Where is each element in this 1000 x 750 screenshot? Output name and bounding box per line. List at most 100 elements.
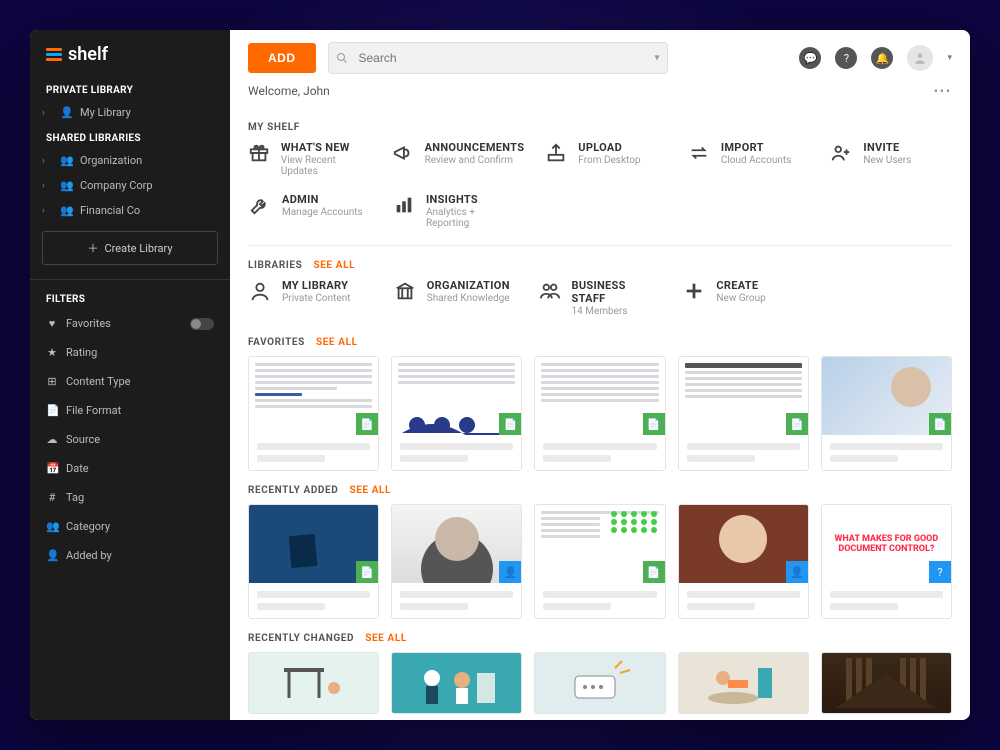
content-card[interactable]: [821, 652, 952, 714]
filter-date[interactable]: 📅Date: [30, 454, 230, 483]
tile-title: INVITE: [863, 141, 911, 154]
thumbnail: 👤: [679, 505, 808, 583]
calendar-icon: 📅: [46, 462, 58, 475]
see-all-link[interactable]: SEE ALL: [316, 337, 358, 348]
help-badge-icon: ?: [929, 561, 951, 583]
tile-title: CREATE: [716, 279, 765, 292]
filter-favorites[interactable]: ♥Favorites: [30, 309, 230, 338]
chevron-down-icon[interactable]: ▾: [654, 53, 659, 64]
tile-title: ANNOUNCEMENTS: [425, 141, 525, 154]
tile-sub: New Users: [863, 155, 911, 166]
divider: [30, 279, 230, 280]
tile-insights[interactable]: INSIGHTSAnalytics + Reporting: [393, 193, 518, 229]
sidebar-section-filters: FILTERS: [30, 286, 230, 309]
welcome-text: Welcome, John: [248, 84, 330, 98]
see-all-link[interactable]: SEE ALL: [349, 485, 391, 496]
megaphone-icon: [391, 141, 415, 165]
tile-invite[interactable]: INVITENew Users: [829, 141, 952, 177]
filter-label: Rating: [66, 346, 97, 359]
chevron-right-icon: ›: [42, 156, 52, 166]
sidebar-item-financial-co[interactable]: › 👥 Financial Co: [30, 198, 230, 223]
filter-added-by[interactable]: 👤Added by: [30, 541, 230, 570]
sidebar-item-organization[interactable]: › 👥 Organization: [30, 148, 230, 173]
tile-import[interactable]: IMPORTCloud Accounts: [687, 141, 810, 177]
section-my-shelf-title: MY SHELF: [248, 122, 952, 133]
chevron-right-icon: ›: [42, 181, 52, 191]
content-card[interactable]: 📄: [534, 356, 665, 471]
search-icon: [336, 52, 348, 64]
filter-category[interactable]: 👥Category: [30, 512, 230, 541]
thumbnail: [392, 653, 521, 713]
thumbnail: 👤: [392, 505, 521, 583]
create-library-button[interactable]: ＋ Create Library: [42, 231, 218, 265]
bell-icon[interactable]: 🔔: [871, 47, 893, 69]
tile-announcements[interactable]: ANNOUNCEMENTSReview and Confirm: [391, 141, 525, 177]
upload-icon: [544, 141, 568, 165]
help-icon[interactable]: ?: [835, 47, 857, 69]
see-all-link[interactable]: SEE ALL: [313, 260, 355, 271]
toggle-switch[interactable]: [190, 318, 214, 330]
more-menu-icon[interactable]: •••: [934, 84, 952, 98]
plus-icon: ＋: [87, 240, 98, 256]
avatar[interactable]: [907, 45, 933, 71]
filter-source[interactable]: ☁Source: [30, 425, 230, 454]
content-card[interactable]: [678, 652, 809, 714]
filter-rating[interactable]: ★Rating: [30, 338, 230, 367]
sidebar-item-my-library[interactable]: › 👤 My Library: [30, 100, 230, 125]
content-card[interactable]: 📄: [821, 356, 952, 471]
see-all-link[interactable]: SEE ALL: [365, 633, 407, 644]
tile-title: ORGANIZATION: [427, 279, 510, 292]
content-card[interactable]: 📄: [534, 504, 665, 619]
content-card[interactable]: 📄: [391, 356, 522, 471]
tile-whats-new[interactable]: WHAT'S NEWView Recent Updates: [248, 141, 371, 177]
sidebar-item-label: My Library: [80, 106, 131, 119]
invite-icon: [829, 141, 853, 165]
thumbnail-text: WHAT MAKES FOR GOOD DOCUMENT CONTROL?: [822, 530, 951, 559]
filter-label: Added by: [66, 549, 112, 562]
cloud-icon: ☁: [46, 433, 58, 446]
content-card[interactable]: 👤: [678, 504, 809, 619]
lib-business-staff[interactable]: BUSINESS STAFF14 Members: [538, 279, 663, 317]
add-button[interactable]: ADD: [248, 43, 316, 73]
swap-icon: [687, 141, 711, 165]
section-favorites-head: FAVORITES SEE ALL: [248, 337, 952, 348]
sidebar-item-company-corp[interactable]: › 👥 Company Corp: [30, 173, 230, 198]
chevron-down-icon[interactable]: ▾: [947, 53, 952, 63]
tile-upload[interactable]: UPLOADFrom Desktop: [544, 141, 667, 177]
doc-badge-icon: 📄: [356, 561, 378, 583]
content-scroll[interactable]: Welcome, John ••• MY SHELF WHAT'S NEWVie…: [230, 84, 970, 720]
content-card[interactable]: [534, 652, 665, 714]
content-card[interactable]: 📄: [248, 356, 379, 471]
content-card[interactable]: [248, 652, 379, 714]
filter-content-type[interactable]: ⊞Content Type: [30, 367, 230, 396]
tile-sub: Cloud Accounts: [721, 155, 791, 166]
file-icon: 📄: [46, 404, 58, 417]
section-recent-changed-title: RECENTLY CHANGED: [248, 633, 354, 644]
lib-create[interactable]: CREATENew Group: [682, 279, 807, 317]
tile-admin[interactable]: ADMINManage Accounts: [248, 193, 373, 229]
content-card[interactable]: [391, 652, 522, 714]
thumbnail: [535, 653, 664, 713]
content-card[interactable]: 👤: [391, 504, 522, 619]
tile-title: UPLOAD: [578, 141, 640, 154]
thumbnail: [249, 653, 378, 713]
filter-label: Category: [66, 520, 110, 533]
content-card[interactable]: 📄: [248, 504, 379, 619]
filter-tag[interactable]: #Tag: [30, 483, 230, 512]
doc-badge-icon: 📄: [499, 413, 521, 435]
chevron-right-icon: ›: [42, 108, 52, 118]
sidebar-section-shared: SHARED LIBRARIES: [30, 125, 230, 148]
section-libraries-title: LIBRARIES: [248, 260, 302, 271]
lib-my-library[interactable]: MY LIBRARYPrivate Content: [248, 279, 373, 317]
lib-organization[interactable]: ORGANIZATIONShared Knowledge: [393, 279, 518, 317]
chat-icon[interactable]: 💬: [799, 47, 821, 69]
filter-file-format[interactable]: 📄File Format: [30, 396, 230, 425]
search-input[interactable]: [328, 42, 668, 74]
content-card[interactable]: 📄: [678, 356, 809, 471]
content-card[interactable]: WHAT MAKES FOR GOOD DOCUMENT CONTROL??: [821, 504, 952, 619]
topbar: ADD ▾ 💬 ? 🔔 ▾: [230, 30, 970, 84]
tile-sub: 14 Members: [572, 306, 663, 317]
section-favorites-title: FAVORITES: [248, 337, 305, 348]
tile-sub: New Group: [716, 293, 765, 304]
recent-added-cards: 📄 👤 📄: [248, 504, 952, 619]
